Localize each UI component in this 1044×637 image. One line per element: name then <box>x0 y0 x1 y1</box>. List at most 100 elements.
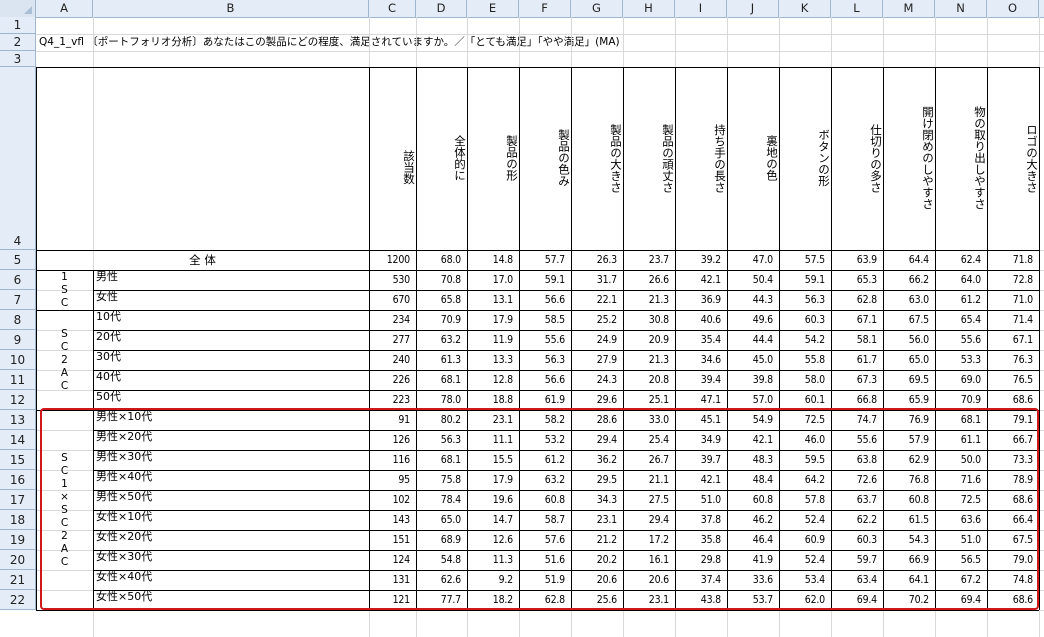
table-cell[interactable]: 21.3 <box>623 350 675 370</box>
table-cell[interactable]: 67.1 <box>987 330 1039 350</box>
row-header-14[interactable]: 14 <box>0 430 36 450</box>
table-cell[interactable]: 240 <box>369 350 416 370</box>
table-cell[interactable]: 14.8 <box>467 250 519 270</box>
row-header-9[interactable]: 9 <box>0 330 36 350</box>
table-cell[interactable]: 55.8 <box>779 350 831 370</box>
table-cell[interactable]: 76.5 <box>987 370 1039 390</box>
table-cell[interactable]: 67.3 <box>831 370 883 390</box>
column-header-j[interactable]: J <box>727 0 779 17</box>
table-cell[interactable]: 50.4 <box>727 270 779 290</box>
row-header-20[interactable]: 20 <box>0 550 36 570</box>
table-cell[interactable]: 56.0 <box>883 330 935 350</box>
table-cell[interactable]: 36.9 <box>675 290 727 310</box>
table-cell[interactable]: 20.8 <box>623 370 675 390</box>
table-cell[interactable]: 21.3 <box>623 290 675 310</box>
row-header-4[interactable]: 4 <box>0 67 36 250</box>
table-cell[interactable]: 62.4 <box>935 250 987 270</box>
row-header-1[interactable]: 1 <box>0 17 36 34</box>
table-cell[interactable]: 64.4 <box>883 250 935 270</box>
row-header-12[interactable]: 12 <box>0 390 36 410</box>
column-header-o[interactable]: O <box>987 0 1039 17</box>
row-header-13[interactable]: 13 <box>0 410 36 430</box>
table-cell[interactable]: 71.8 <box>987 250 1039 270</box>
table-cell[interactable]: 26.3 <box>571 250 623 270</box>
column-header-b[interactable]: B <box>93 0 369 17</box>
table-cell[interactable]: 72.8 <box>987 270 1039 290</box>
table-cell[interactable]: 25.2 <box>571 310 623 330</box>
table-cell[interactable]: 65.8 <box>416 290 467 310</box>
table-cell[interactable]: 57.5 <box>779 250 831 270</box>
table-cell[interactable]: 30.8 <box>623 310 675 330</box>
table-cell[interactable]: 11.9 <box>467 330 519 350</box>
table-cell[interactable]: 42.1 <box>675 270 727 290</box>
table-cell[interactable]: 234 <box>369 310 416 330</box>
column-header-n[interactable]: N <box>935 0 987 17</box>
column-header-i[interactable]: I <box>675 0 727 17</box>
row-header-11[interactable]: 11 <box>0 370 36 390</box>
table-cell[interactable]: 69.5 <box>883 370 935 390</box>
table-cell[interactable]: 277 <box>369 330 416 350</box>
table-cell[interactable]: 27.9 <box>571 350 623 370</box>
table-cell[interactable]: 24.3 <box>571 370 623 390</box>
row-header-8[interactable]: 8 <box>0 310 36 330</box>
table-cell[interactable]: 55.6 <box>935 330 987 350</box>
table-cell[interactable]: 62.8 <box>831 290 883 310</box>
table-cell[interactable]: 61.7 <box>831 350 883 370</box>
table-cell[interactable]: 57.0 <box>727 390 779 410</box>
table-cell[interactable]: 49.6 <box>727 310 779 330</box>
row-header-22[interactable]: 22 <box>0 590 36 610</box>
table-cell[interactable]: 24.9 <box>571 330 623 350</box>
row-header-16[interactable]: 16 <box>0 470 36 490</box>
table-cell[interactable]: 66.2 <box>883 270 935 290</box>
column-header-l[interactable]: L <box>831 0 883 17</box>
column-header-d[interactable]: D <box>416 0 467 17</box>
row-label[interactable]: 10代 <box>93 310 121 330</box>
table-cell[interactable]: 68.6 <box>987 390 1039 410</box>
row-label[interactable]: 50代 <box>93 390 121 410</box>
row-header-15[interactable]: 15 <box>0 450 36 470</box>
table-cell[interactable]: 56.6 <box>519 370 571 390</box>
table-cell[interactable]: 68.1 <box>416 370 467 390</box>
table-cell[interactable]: 29.6 <box>571 390 623 410</box>
table-cell[interactable]: 60.3 <box>779 310 831 330</box>
table-cell[interactable]: 67.1 <box>831 310 883 330</box>
table-cell[interactable]: 55.6 <box>519 330 571 350</box>
row-header-21[interactable]: 21 <box>0 570 36 590</box>
table-cell[interactable]: 71.0 <box>987 290 1039 310</box>
row-header-7[interactable]: 7 <box>0 290 36 310</box>
table-cell[interactable]: 35.4 <box>675 330 727 350</box>
table-cell[interactable]: 56.3 <box>779 290 831 310</box>
column-header-c[interactable]: C <box>369 0 416 17</box>
row-header-2[interactable]: 2 <box>0 34 36 51</box>
table-cell[interactable]: 53.3 <box>935 350 987 370</box>
table-cell[interactable]: 65.0 <box>883 350 935 370</box>
table-cell[interactable]: 70.9 <box>416 310 467 330</box>
column-header-a[interactable]: A <box>36 0 93 17</box>
row-label[interactable]: 女性 <box>93 290 118 310</box>
table-cell[interactable]: 34.6 <box>675 350 727 370</box>
table-cell[interactable]: 66.8 <box>831 390 883 410</box>
table-cell[interactable]: 61.3 <box>416 350 467 370</box>
table-cell[interactable]: 20.9 <box>623 330 675 350</box>
table-cell[interactable]: 65.4 <box>935 310 987 330</box>
table-cell[interactable]: 31.7 <box>571 270 623 290</box>
table-cell[interactable]: 78.0 <box>416 390 467 410</box>
row-header-5[interactable]: 5 <box>0 250 36 270</box>
row-label[interactable]: 30代 <box>93 350 121 370</box>
table-cell[interactable]: 63.9 <box>831 250 883 270</box>
row-label[interactable]: 男性 <box>93 270 118 290</box>
table-cell[interactable]: 56.3 <box>519 350 571 370</box>
table-cell[interactable]: 12.8 <box>467 370 519 390</box>
table-cell[interactable]: 60.1 <box>779 390 831 410</box>
table-cell[interactable]: 39.8 <box>727 370 779 390</box>
column-header-m[interactable]: M <box>883 0 935 17</box>
column-header-k[interactable]: K <box>779 0 831 17</box>
table-cell[interactable]: 58.1 <box>831 330 883 350</box>
table-cell[interactable]: 70.8 <box>416 270 467 290</box>
table-cell[interactable]: 23.7 <box>623 250 675 270</box>
table-cell[interactable]: 26.6 <box>623 270 675 290</box>
table-cell[interactable]: 22.1 <box>571 290 623 310</box>
table-cell[interactable]: 58.5 <box>519 310 571 330</box>
select-all-corner[interactable] <box>0 0 36 17</box>
table-cell[interactable]: 670 <box>369 290 416 310</box>
